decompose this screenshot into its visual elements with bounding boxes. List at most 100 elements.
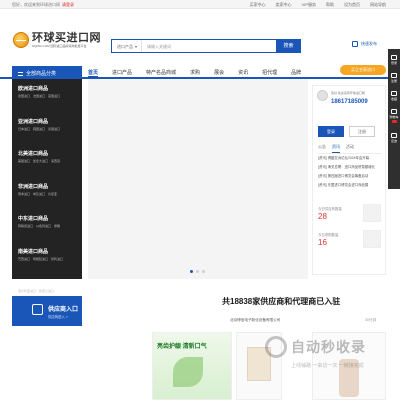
toolbar-history[interactable]: 足迹 xyxy=(388,133,400,143)
category-sub-link[interactable]: 智利进口 xyxy=(51,257,63,261)
category-title[interactable]: 南美进口商品 xyxy=(18,249,78,256)
vip-service-link[interactable]: VIP服务 xyxy=(302,2,316,8)
category-sub-link[interactable]: 埃及进口 xyxy=(33,192,45,196)
category-middle-east[interactable]: 中东进口商品 阿联酋进口 以色列进口 伊朗 xyxy=(12,213,82,246)
product-thumb[interactable] xyxy=(363,230,381,248)
category-sub-link[interactable]: 阿联酋进口 xyxy=(18,224,33,228)
latest-supplier-time: 30分钟 xyxy=(365,318,377,322)
hero-banner[interactable] xyxy=(88,79,308,279)
nav-item-exhibition[interactable]: 展会 xyxy=(214,69,224,77)
nav-item-brands[interactable]: 品牌 xyxy=(291,69,301,77)
nav-item-imports[interactable]: 进口产品 xyxy=(112,69,132,77)
panel-tabs: 公告 资讯 活动 xyxy=(318,144,382,154)
category-sub-link[interactable]: 伊朗 xyxy=(54,224,60,228)
news-item[interactable]: [资讯] 第四届进口博览会筹备启动 xyxy=(318,172,384,181)
category-sub-link[interactable]: 新西兰进口 xyxy=(39,289,54,293)
panel-login-button[interactable]: 登录 xyxy=(318,126,344,137)
category-sub-link[interactable]: 巴西进口 xyxy=(18,257,30,261)
watermark: 自动秒收录 上线铺路 一来访一次 一链接完成 xyxy=(265,336,366,369)
banner-pagination xyxy=(190,270,205,273)
category-sub-link[interactable]: 南非进口 xyxy=(18,192,30,196)
category-sub-link[interactable]: 以色列进口 xyxy=(36,224,51,228)
category-sub-link[interactable]: 美国进口 xyxy=(18,159,30,163)
supplier-section: 供应商入口 供应商进入 > 共18838家供应商和代理商已入驻 北京博信电子新化… xyxy=(12,296,386,326)
category-title[interactable]: 澳新进口商品 xyxy=(18,281,78,288)
quick-post-label: 快速发布 xyxy=(361,41,377,46)
category-sub-link[interactable]: 阿根廷进口 xyxy=(33,257,48,261)
side-toolbar: 登录 注册 收藏 购物车 足迹 xyxy=(388,49,400,189)
category-sub-link[interactable]: 韩国进口 xyxy=(33,127,45,131)
site-logo[interactable]: 环球买进口网 HQMAI.COM 国际进口品牌采购批发平台 xyxy=(13,32,101,48)
tab-news[interactable]: 资讯 xyxy=(332,144,340,153)
category-title[interactable]: 欧洲进口商品 xyxy=(18,86,78,93)
category-sub-link[interactable]: 肯尼亚 xyxy=(48,192,57,196)
main-nav: 全部商品分类 首页 进口产品 特产名品商城 求购 展会 资讯 招代理 品牌 买之… xyxy=(0,61,400,79)
panel-register-button[interactable]: 注册 xyxy=(349,126,375,137)
globe-icon xyxy=(13,32,29,48)
nav-item-news[interactable]: 资讯 xyxy=(238,69,248,77)
search-button[interactable]: 搜索 xyxy=(276,39,301,53)
buyer-center-link[interactable]: 买家中心 xyxy=(250,2,266,8)
product-tile[interactable]: 亮齿护龈 清新口气 xyxy=(152,332,232,400)
category-south-america[interactable]: 南美进口商品 巴西进口 阿根廷进口 智利进口 xyxy=(12,246,82,279)
latest-supplier-row[interactable]: 北京博信电子新化设备有限公司 30分钟 xyxy=(230,318,380,323)
toolbar-register[interactable]: 注册 xyxy=(388,73,400,83)
news-item[interactable]: [资讯] 博鳌亚洲论坛2024年会开幕 xyxy=(318,154,384,163)
latest-supplier-name: 北京博信电子新化设备有限公司 xyxy=(230,318,281,322)
nav-item-home[interactable]: 首页 xyxy=(88,69,99,77)
toolbar-cart[interactable]: 购物车 xyxy=(388,109,400,123)
category-sub-link[interactable]: 澳大利亚进口 xyxy=(18,289,36,293)
promo-badge[interactable]: 买之名家进口 xyxy=(340,65,386,75)
nav-item-purchase[interactable]: 求购 xyxy=(190,69,200,77)
search-input[interactable]: 请输入关键词 xyxy=(142,40,276,52)
search-bar: 进口产品 请输入关键词 搜索 xyxy=(111,39,301,53)
supplier-count-headline: 共18838家供应商和代理商已入驻 xyxy=(222,297,341,306)
news-item[interactable]: [资讯] 东盟进口博览会进口商品展 xyxy=(318,181,384,190)
leaf-graphic xyxy=(173,357,203,387)
category-africa[interactable]: 非洲进口商品 南非进口 埃及进口 肯尼亚 xyxy=(12,181,82,214)
site-nav-link[interactable]: 网站导航 xyxy=(370,2,386,8)
watermark-sub: 上线铺路 一来访一次 一链接完成 xyxy=(291,363,364,369)
category-sub-link[interactable]: 日本进口 xyxy=(18,127,30,131)
category-europe[interactable]: 欧洲进口商品 德国进口 法国进口 英国进口 xyxy=(12,83,82,116)
category-sub-link[interactable]: 泰国进口 xyxy=(48,127,60,131)
tab-notice[interactable]: 公告 xyxy=(318,144,326,153)
banner-dot[interactable] xyxy=(202,270,205,273)
toolbar-favorites[interactable]: 收藏 xyxy=(388,91,400,101)
category-north-america[interactable]: 北美进口商品 美国进口 加拿大进口 墨西哥 xyxy=(12,148,82,181)
category-sub-link[interactable]: 加拿大进口 xyxy=(33,159,48,163)
category-title[interactable]: 中东进口商品 xyxy=(18,216,78,223)
nav-item-agents[interactable]: 招代理 xyxy=(262,69,277,77)
product-slogan: 亮齿护龈 清新口气 xyxy=(157,344,207,350)
tab-activity[interactable]: 活动 xyxy=(346,144,354,153)
category-title[interactable]: 非洲进口商品 xyxy=(18,184,78,191)
category-title[interactable]: 北美进口商品 xyxy=(18,151,78,158)
news-item[interactable]: [资讯] 海关总署：进口商品贸易额增长 xyxy=(318,163,384,172)
banner-dot[interactable] xyxy=(190,270,193,273)
supplier-entry[interactable]: 供应商入口 供应商进入 > xyxy=(12,296,82,326)
category-title[interactable]: 亚洲进口商品 xyxy=(18,119,78,126)
help-link[interactable]: 帮助 xyxy=(326,2,334,8)
category-asia[interactable]: 亚洲进口商品 日本进口 韩国进口 泰国进口 xyxy=(12,116,82,149)
category-sub-link[interactable]: 英国进口 xyxy=(48,94,60,98)
seller-center-link[interactable]: 卖家中心 xyxy=(276,2,292,8)
quick-post-button[interactable]: 快速发布 xyxy=(352,41,377,47)
search-category-select[interactable]: 进口产品 xyxy=(112,40,142,52)
toolbar-login[interactable]: 登录 xyxy=(388,55,400,65)
all-categories-button[interactable]: 全部商品分类 xyxy=(12,66,82,79)
category-subs: 德国进口 法国进口 英国进口 xyxy=(18,93,78,99)
category-sub-link[interactable]: 法国进口 xyxy=(33,94,45,98)
login-link[interactable]: 请登录 xyxy=(62,2,74,7)
product-thumb[interactable] xyxy=(363,204,381,222)
set-homepage-link[interactable]: 设为首页 xyxy=(344,2,360,8)
all-categories-label: 全部商品分类 xyxy=(26,71,57,77)
welcome-text: 您好，欢迎来到环球进口网 请登录 xyxy=(12,2,74,8)
stat-value: 16 xyxy=(318,238,327,247)
menu-icon xyxy=(18,71,23,76)
user-greeting: 您好,欢迎来到环球进口网 xyxy=(331,91,365,95)
nav-item-specialty[interactable]: 特产名品商城 xyxy=(146,69,176,77)
category-sub-link[interactable]: 墨西哥 xyxy=(51,159,60,163)
banner-dot[interactable] xyxy=(196,270,199,273)
register-icon xyxy=(391,73,397,78)
category-sub-link[interactable]: 德国进口 xyxy=(18,94,30,98)
